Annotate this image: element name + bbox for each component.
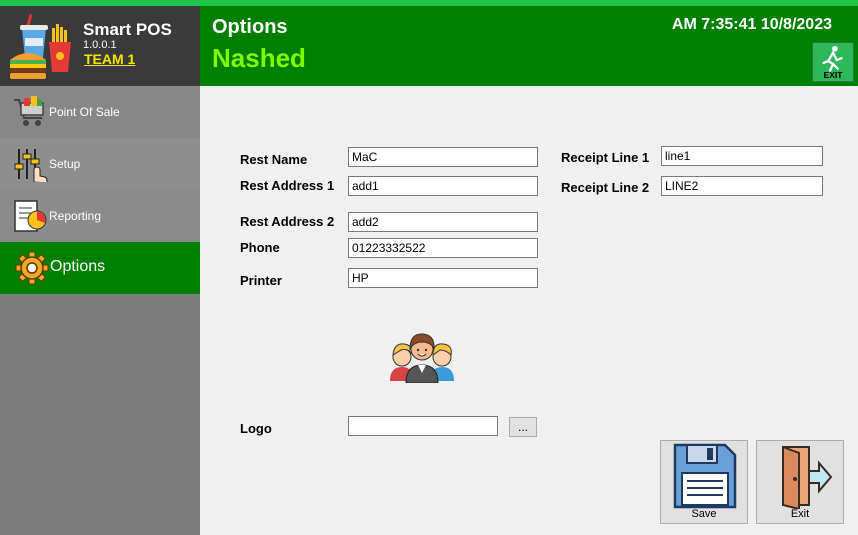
header-bar: Options Nashed AM 7:35:41 10/8/2023 xyxy=(200,6,858,86)
clock-display: AM 7:35:41 10/8/2023 xyxy=(671,16,832,33)
exit-button[interactable]: Exit xyxy=(756,440,844,524)
door-exit-icon xyxy=(782,445,833,509)
printer-field[interactable] xyxy=(348,268,538,288)
sidebar-item-options[interactable]: Options xyxy=(0,242,200,294)
rest-address-1-label: Rest Address 1 xyxy=(240,178,335,193)
sidebar-item-label: Setup xyxy=(49,157,81,171)
browse-logo-button[interactable]: ... xyxy=(509,417,537,437)
exit-icon-label: EXIT xyxy=(824,70,844,80)
rest-address-1-field[interactable] xyxy=(348,176,538,196)
sidebar-item-reporting[interactable]: Reporting xyxy=(0,190,200,242)
sidebar-item-label: Point Of Sale xyxy=(49,105,120,119)
app-name: Smart POS xyxy=(83,20,172,39)
exit-button-label: Exit xyxy=(790,508,810,520)
app-version: 1.0.0.1 xyxy=(83,39,117,51)
running-exit-icon: EXIT xyxy=(822,45,844,80)
brand-panel: Smart POS 1.0.0.1 TEAM 1 xyxy=(0,6,200,86)
team-link[interactable]: TEAM 1 xyxy=(84,51,135,67)
report-icon xyxy=(14,200,47,232)
sidebar-item-point-of-sale[interactable]: Point Of Sale xyxy=(0,86,200,138)
rest-name-label: Rest Name xyxy=(240,152,308,167)
sidebar-item-label: Reporting xyxy=(49,209,102,223)
rest-address-2-label: Rest Address 2 xyxy=(240,214,335,229)
sidebar-item-setup[interactable]: Setup xyxy=(0,138,200,190)
gear-icon xyxy=(15,251,49,285)
receipt-line-2-label: Receipt Line 2 xyxy=(561,180,650,195)
floppy-disk-icon xyxy=(673,443,737,509)
phone-field[interactable] xyxy=(348,238,538,258)
save-button-label: Save xyxy=(691,508,717,520)
save-button[interactable]: Save xyxy=(660,440,748,524)
logo-label: Logo xyxy=(240,421,272,436)
rest-address-2-field[interactable] xyxy=(348,212,538,232)
page-title: Options xyxy=(212,16,288,38)
printer-label: Printer xyxy=(240,273,282,288)
receipt-line-1-field[interactable] xyxy=(661,146,823,166)
fast-food-logo-icon xyxy=(10,14,71,79)
logo-path-field[interactable] xyxy=(348,416,498,436)
user-name: Nashed xyxy=(212,43,306,73)
phone-label: Phone xyxy=(240,240,280,255)
team-people-image xyxy=(390,333,454,383)
sidebar: Smart POS 1.0.0.1 TEAM 1 Point Of Sale S… xyxy=(0,6,200,535)
receipt-line-1-label: Receipt Line 1 xyxy=(561,150,650,165)
sliders-icon xyxy=(14,149,48,182)
shopping-cart-icon xyxy=(14,96,44,126)
header-exit-button[interactable]: EXIT xyxy=(812,42,854,82)
rest-name-field[interactable] xyxy=(348,147,538,167)
receipt-line-2-field[interactable] xyxy=(661,176,823,196)
sidebar-item-label: Options xyxy=(50,258,106,275)
